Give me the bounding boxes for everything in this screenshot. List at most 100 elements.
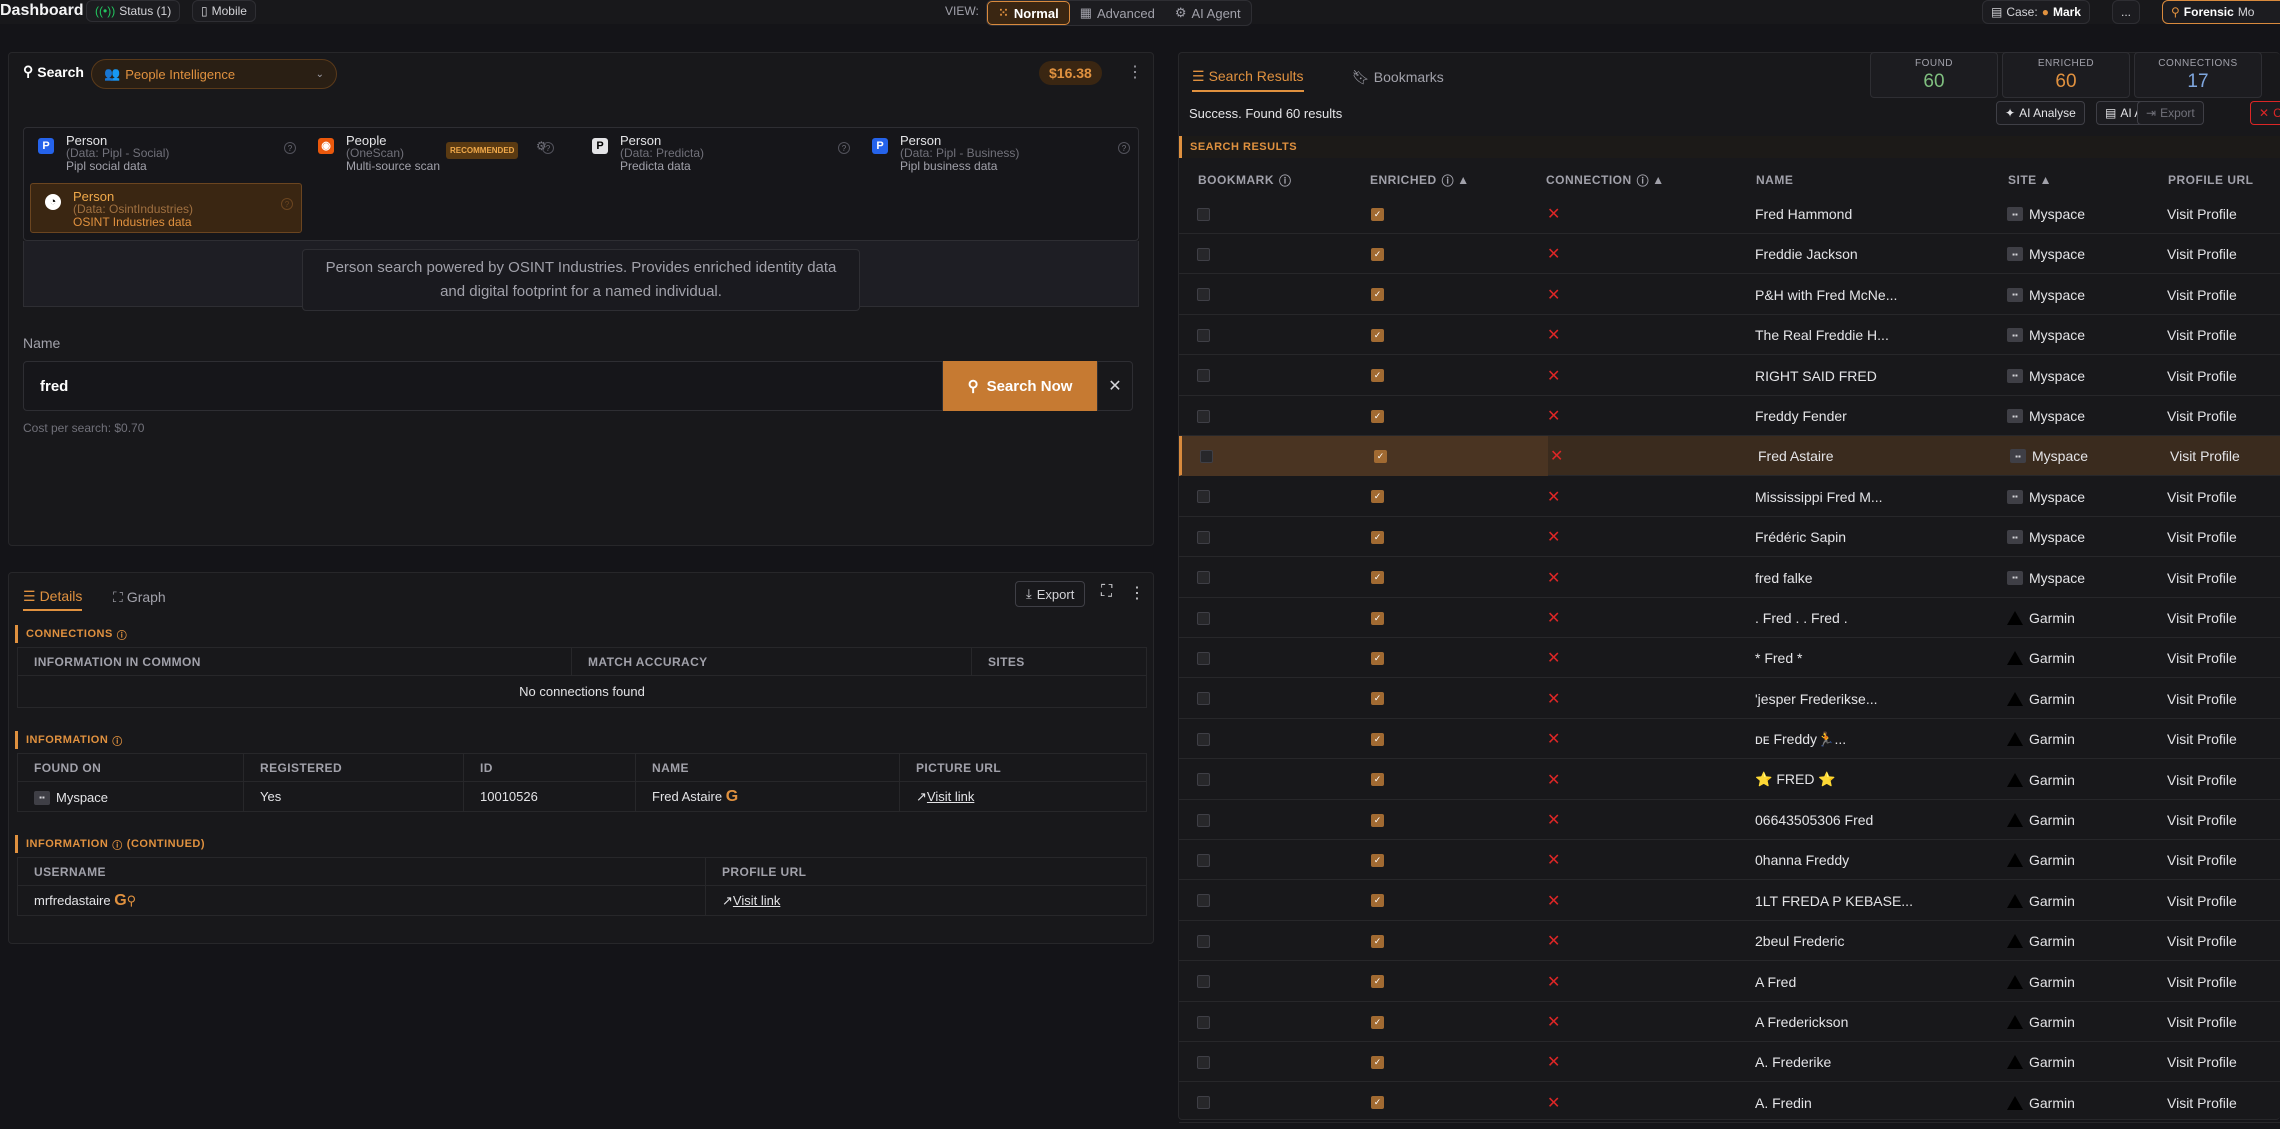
visit-profile-link[interactable]: Visit Profile — [2167, 650, 2237, 666]
bookmark-checkbox[interactable] — [1197, 611, 1210, 625]
source-osint-industries[interactable]: ◔ Person (Data: OsintIndustries) OSINT Ind… — [30, 183, 302, 233]
visit-profile-link[interactable]: Visit Profile — [2167, 893, 2237, 909]
help-icon[interactable]: ⓘ — [112, 837, 123, 852]
bookmark-checkbox[interactable] — [1197, 813, 1210, 827]
table-row[interactable]: ✓ ✕ 1LT FREDA P KEBASE... Garmin Visit Profi… — [1179, 881, 2280, 921]
visit-profile-link[interactable]: Visit Profile — [2167, 489, 2237, 505]
visit-profile-link[interactable]: Visit Profile — [2167, 408, 2237, 424]
details-export-button[interactable]: ⤓ Export — [1015, 581, 1086, 607]
visit-profile-link[interactable]: Visit Profile — [2167, 610, 2237, 626]
table-row[interactable]: ✓ ✕ A Fred Garmin Visit Profile — [1179, 962, 2280, 1002]
bookmark-checkbox[interactable] — [1197, 369, 1210, 383]
bookmark-checkbox[interactable] — [1197, 207, 1210, 221]
visit-profile-link[interactable]: Visit Profile — [2167, 772, 2237, 788]
table-row[interactable]: ✓ ✕ 2beul Frederic Garmin Visit Profile — [1179, 921, 2280, 962]
table-row[interactable]: ✓ ✕ fred falke ▪▪ Myspace Visit Profile — [1179, 558, 2280, 598]
table-row[interactable]: ✓ ✕ 0hanna Freddy Garmin Visit Profile — [1179, 840, 2280, 881]
visit-profile-link[interactable]: Visit Profile — [2167, 246, 2237, 262]
bookmark-checkbox[interactable] — [1197, 934, 1210, 948]
view-advanced-button[interactable]: ▦ Advanced — [1070, 1, 1165, 25]
tab-search-results[interactable]: ☰ Search Results — [1192, 62, 1304, 92]
table-row[interactable]: ✓ ✕ . Fred . . Fred . Garmin Visit Profile — [1179, 598, 2280, 638]
table-row[interactable]: ✓ ✕ ᴅᴇ Freddy🏃... Garmin Visit Profile — [1179, 719, 2280, 760]
view-ai-agent-button[interactable]: ⚙ AI Agent — [1165, 1, 1251, 25]
bookmark-checkbox[interactable] — [1197, 651, 1210, 665]
bookmark-checkbox[interactable] — [1197, 1096, 1210, 1110]
bookmark-checkbox[interactable] — [1197, 894, 1210, 908]
results-export-button[interactable]: ⇥ Export — [2137, 101, 2204, 125]
details-menu-icon[interactable]: ⋮ — [1129, 583, 1145, 603]
help-icon[interactable]: ? — [838, 142, 850, 154]
mobile-button[interactable]: ▯ Mobile — [192, 0, 256, 22]
table-row[interactable]: ✓ ✕ Frédéric Sapin ▪▪ Myspace Visit Profile — [1179, 517, 2280, 558]
visit-profile-link[interactable]: Visit Profile — [2167, 529, 2237, 545]
help-icon[interactable]: ⓘ — [112, 733, 123, 748]
table-row[interactable]: ✓ ✕ Mississippi Fred M... ▪▪ Myspace Visit Pr… — [1179, 477, 2280, 517]
help-icon[interactable]: ⓘ — [117, 627, 128, 642]
source-predicta[interactable]: P Person (Data: Predicta) Predicta data ? — [578, 128, 858, 178]
visit-profile-link[interactable]: Visit Profile — [2167, 1054, 2237, 1070]
panel-menu-icon[interactable]: ⋮ — [1127, 62, 1143, 82]
table-row[interactable]: ✓ ✕ Freddie Jackson ▪▪ Myspace Visit Profile — [1179, 234, 2280, 275]
table-row[interactable]: ✓ ✕ ⭐ FRED ⭐ Garmin Visit Profile — [1179, 760, 2280, 800]
bookmark-checkbox[interactable] — [1197, 530, 1210, 544]
fullscreen-icon[interactable]: ⛶ — [1101, 583, 1112, 601]
bookmark-checkbox[interactable] — [1197, 288, 1210, 302]
bookmark-checkbox[interactable] — [1197, 409, 1210, 423]
table-row[interactable]: ✓ ✕ * Fred * Garmin Visit Profile — [1179, 638, 2280, 679]
help-icon[interactable]: ? — [284, 142, 296, 154]
table-row[interactable]: ✓ ✕ A. Fredin Garmin Visit Profile — [1179, 1083, 2280, 1123]
clear-button[interactable]: ✕ — [1097, 361, 1133, 411]
bookmark-checkbox[interactable] — [1197, 1055, 1210, 1069]
bookmark-checkbox[interactable] — [1197, 975, 1210, 989]
visit-profile-link[interactable]: Visit Profile — [2167, 206, 2237, 222]
status-button[interactable]: ((•)) Status (1) — [86, 0, 181, 22]
source-pipl-social[interactable]: P Person (Data: Pipl - Social) Pipl social… — [24, 128, 304, 178]
visit-profile-link[interactable]: Visit Profile — [2167, 974, 2237, 990]
help-icon[interactable]: ? — [281, 198, 293, 210]
name-input[interactable]: fred — [23, 361, 943, 411]
view-normal-button[interactable]: ⁙ Normal — [987, 1, 1070, 25]
bookmark-checkbox[interactable] — [1197, 853, 1210, 867]
visit-profile-link[interactable]: Visit Profile — [2167, 368, 2237, 384]
tab-bookmarks[interactable]: 🔖︎ Bookmarks — [1352, 62, 1444, 92]
bookmark-checkbox[interactable] — [1197, 328, 1210, 342]
bookmark-checkbox[interactable] — [1197, 773, 1210, 787]
table-row[interactable]: ✓ ✕ RIGHT SAID FRED ▪▪ Myspace Visit Profile — [1179, 356, 2280, 396]
bookmark-checkbox[interactable] — [1197, 490, 1210, 504]
table-row[interactable]: ✓ ✕ A. Frederike Garmin Visit Profile — [1179, 1042, 2280, 1083]
table-row[interactable]: ✓ ✕ P&H with Fred McNe... ▪▪ Myspace Visit Pr… — [1179, 275, 2280, 315]
visit-profile-link[interactable]: Visit Profile — [2167, 1095, 2237, 1111]
table-row[interactable]: ✓ ✕ Fred Hammond ▪▪ Myspace Visit Profile — [1179, 194, 2280, 234]
info-profile-url[interactable]: ↗Visit link — [705, 885, 1147, 916]
bookmark-checkbox[interactable] — [1200, 449, 1213, 463]
info-picture-url[interactable]: ↗Visit link — [899, 781, 1147, 812]
ai-analyse-button[interactable]: ✦ AI Analyse — [1996, 101, 2085, 125]
visit-profile-link[interactable]: Visit Profile — [2167, 287, 2237, 303]
tab-graph[interactable]: ⛶ Graph — [113, 583, 166, 611]
category-dropdown[interactable]: 👥 People Intelligence ⌄ — [91, 59, 337, 89]
visit-profile-link[interactable]: Visit Profile — [2167, 933, 2237, 949]
table-row[interactable]: ✓ ✕ Fred Astaire ▪▪ Myspace Visit Profile — [1179, 436, 2280, 477]
source-pipl-business[interactable]: P Person (Data: Pipl - Business) Pipl busi… — [858, 128, 1138, 178]
visit-profile-link[interactable]: Visit Profile — [2167, 327, 2237, 343]
help-icon[interactable]: ? — [542, 142, 554, 154]
forensic-mode-button[interactable]: ⚲ Forensic Mo — [2162, 0, 2280, 24]
visit-profile-link[interactable]: Visit Profile — [2167, 731, 2237, 747]
clear-results-button[interactable]: ✕ C — [2250, 101, 2280, 125]
visit-profile-link[interactable]: Visit Profile — [2167, 852, 2237, 868]
visit-profile-link[interactable]: Visit Profile — [2170, 448, 2240, 464]
table-row[interactable]: ✓ ✕ 'jesper Frederikse... Garmin Visit Profi… — [1179, 679, 2280, 719]
visit-profile-link[interactable]: Visit Profile — [2167, 812, 2237, 828]
table-row[interactable]: ✓ ✕ The Real Freddie H... ▪▪ Myspace Visit Pr… — [1179, 315, 2280, 356]
bookmark-checkbox[interactable] — [1197, 1015, 1210, 1029]
bookmark-checkbox[interactable] — [1197, 571, 1210, 585]
table-row[interactable]: ✓ ✕ A Frederickson Garmin Visit Profile — [1179, 1002, 2280, 1042]
table-row[interactable]: ✓ ✕ 06643505306 Fred Garmin Visit Profile — [1179, 800, 2280, 840]
bookmark-checkbox[interactable] — [1197, 732, 1210, 746]
table-row[interactable]: ✓ ✕ Freddy Fender ▪▪ Myspace Visit Profile — [1179, 396, 2280, 436]
more-button[interactable]: ... — [2112, 0, 2141, 24]
bookmark-checkbox[interactable] — [1197, 247, 1210, 261]
visit-profile-link[interactable]: Visit Profile — [2167, 570, 2237, 586]
case-selector[interactable]: ▤ Case: ● Mark — [1982, 0, 2090, 24]
